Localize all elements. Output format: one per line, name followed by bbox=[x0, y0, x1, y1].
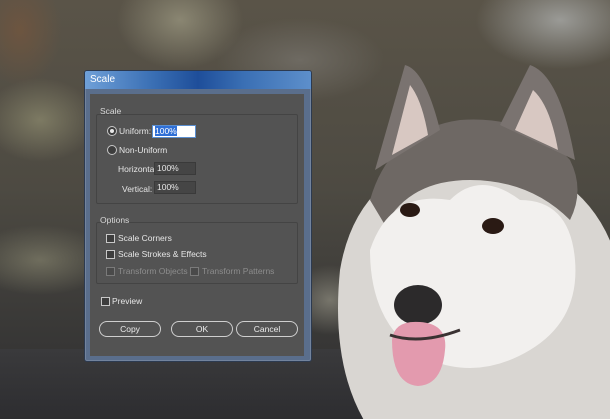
uniform-value: 100% bbox=[155, 126, 177, 136]
transform-patterns-label: Transform Patterns bbox=[202, 266, 275, 276]
dialog-title: Scale bbox=[90, 74, 116, 85]
preview-checkbox[interactable] bbox=[101, 297, 110, 306]
uniform-radio[interactable] bbox=[107, 126, 117, 136]
vertical-label: Vertical: bbox=[122, 184, 153, 194]
transform-objects-label: Transform Objects bbox=[118, 266, 188, 276]
scale-strokes-checkbox[interactable] bbox=[106, 250, 115, 259]
scale-group-label: Scale bbox=[100, 106, 122, 116]
scale-dialog: Scale Scale Uniform: 100% Non-Uniform Ho… bbox=[84, 70, 312, 362]
ok-button[interactable]: OK bbox=[171, 321, 233, 337]
dialog-title-bar[interactable]: Scale bbox=[85, 71, 311, 89]
preview-label: Preview bbox=[112, 296, 143, 306]
transform-objects-checkbox[interactable] bbox=[106, 267, 115, 276]
non-uniform-radio[interactable] bbox=[107, 145, 117, 155]
vertical-input[interactable]: 100% bbox=[154, 181, 196, 194]
scale-corners-label: Scale Corners bbox=[118, 233, 172, 243]
uniform-label: Uniform: bbox=[119, 126, 152, 136]
husky-dog-image bbox=[330, 50, 610, 419]
horizontal-input[interactable]: 100% bbox=[154, 162, 196, 175]
cancel-button[interactable]: Cancel bbox=[236, 321, 298, 337]
dialog-panel: Scale Uniform: 100% Non-Uniform Horizont… bbox=[90, 94, 304, 356]
scale-strokes-label: Scale Strokes & Effects bbox=[118, 249, 207, 259]
horizontal-label: Horizontal: bbox=[118, 164, 159, 174]
uniform-input[interactable]: 100% bbox=[152, 125, 196, 138]
transform-patterns-checkbox[interactable] bbox=[190, 267, 199, 276]
options-group-label: Options bbox=[100, 215, 130, 225]
copy-button[interactable]: Copy bbox=[99, 321, 161, 337]
non-uniform-label: Non-Uniform bbox=[119, 145, 168, 155]
scale-corners-checkbox[interactable] bbox=[106, 234, 115, 243]
